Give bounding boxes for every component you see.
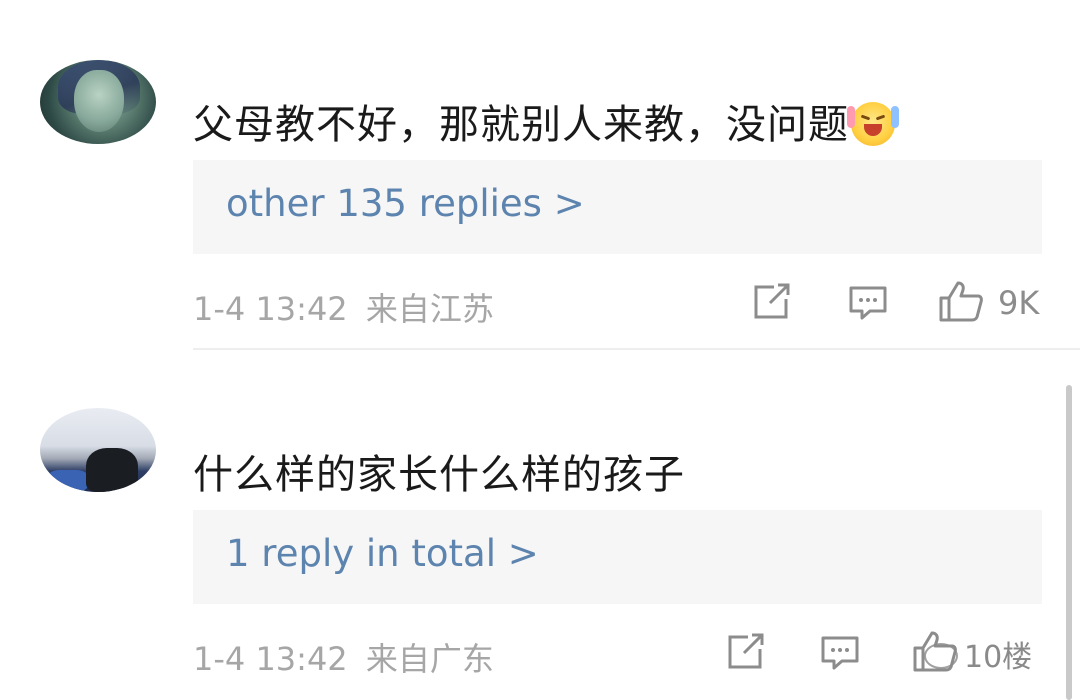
like-count: 9K xyxy=(998,284,1040,322)
avatar-accent xyxy=(48,470,88,492)
comment-icon[interactable] xyxy=(820,635,860,671)
comment-feed: 父母教不好，那就别人来教，没问题 other 135 replies > 1-4… xyxy=(0,0,1080,700)
comment-divider xyxy=(193,348,1080,350)
comment-text: 父母教不好，那就别人来教，没问题 xyxy=(193,92,899,150)
comment-body: 什么样的家长什么样的孩子 xyxy=(193,452,685,498)
comment-text: 什么样的家长什么样的孩子 xyxy=(193,442,685,500)
replies-preview[interactable]: other 135 replies > xyxy=(193,160,1042,254)
share-icon[interactable] xyxy=(726,633,766,671)
like-icon[interactable] xyxy=(938,280,984,322)
view-replies-link[interactable]: other 135 replies > xyxy=(226,182,585,225)
user-avatar[interactable] xyxy=(40,408,156,492)
comment-body: 父母教不好，那就别人来教，没问题 xyxy=(193,102,849,148)
comment-icon[interactable] xyxy=(848,285,888,321)
chat-bubble-icon xyxy=(924,643,958,669)
user-avatar[interactable] xyxy=(40,60,156,144)
replies-preview[interactable]: 1 reply in total > xyxy=(193,510,1042,604)
laughing-crying-emoji-icon xyxy=(847,102,899,146)
watermark: 10楼 xyxy=(924,632,1032,676)
view-replies-link[interactable]: 1 reply in total > xyxy=(226,532,539,575)
avatar-figure xyxy=(86,448,138,492)
location: 来自江苏 xyxy=(365,290,494,328)
timestamp: 1-4 13:42 xyxy=(193,640,348,678)
watermark-text: 10楼 xyxy=(964,640,1033,675)
timestamp: 1-4 13:42 xyxy=(193,290,348,328)
scrollbar[interactable] xyxy=(1066,385,1072,700)
comment-meta: 1-4 13:42 来自江苏 xyxy=(193,284,494,330)
location: 来自广东 xyxy=(365,640,494,678)
avatar-face xyxy=(74,70,124,132)
comment-meta: 1-4 13:42 来自广东 xyxy=(193,634,494,680)
share-icon[interactable] xyxy=(752,283,792,321)
